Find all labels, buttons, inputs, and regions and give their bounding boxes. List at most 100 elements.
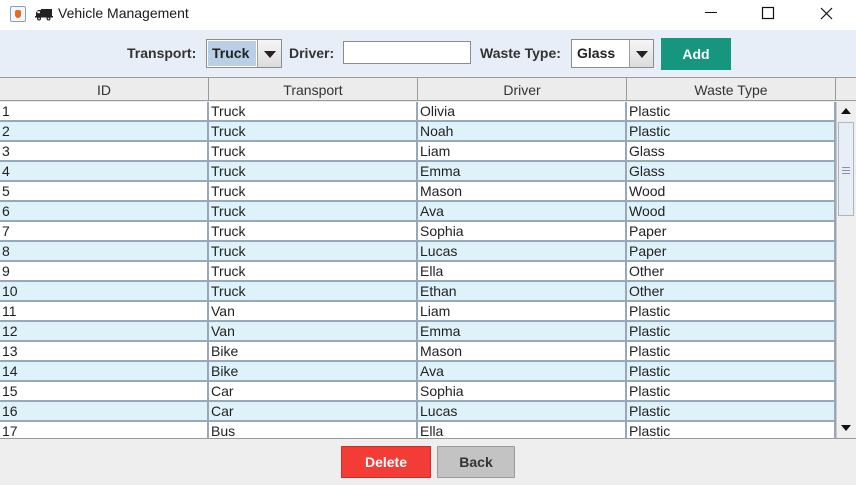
cell-id[interactable]: 6 <box>0 202 209 220</box>
minimize-button[interactable] <box>688 0 734 30</box>
cell-id[interactable]: 11 <box>0 302 209 320</box>
cell-driver[interactable]: Olivia <box>418 102 627 120</box>
cell-transport[interactable]: Truck <box>209 262 418 280</box>
table-row[interactable]: 16 Car Lucas Plastic <box>0 402 836 422</box>
scroll-down-icon[interactable] <box>838 420 855 436</box>
table-row[interactable]: 14 Bike Ava Plastic <box>0 362 836 382</box>
cell-id[interactable]: 14 <box>0 362 209 380</box>
cell-driver[interactable]: Mason <box>418 342 627 360</box>
table-row[interactable]: 9 Truck Ella Other <box>0 262 836 282</box>
cell-driver[interactable]: Ella <box>418 262 627 280</box>
cell-transport[interactable]: Bus <box>209 422 418 438</box>
cell-transport[interactable]: Truck <box>209 242 418 260</box>
cell-driver[interactable]: Liam <box>418 142 627 160</box>
cell-driver[interactable]: Ava <box>418 362 627 380</box>
cell-waste-type[interactable]: Plastic <box>627 102 836 120</box>
cell-driver[interactable]: Lucas <box>418 402 627 420</box>
maximize-button[interactable] <box>745 0 791 30</box>
cell-driver[interactable]: Ella <box>418 422 627 438</box>
cell-driver[interactable]: Sophia <box>418 382 627 400</box>
cell-waste-type[interactable]: Plastic <box>627 382 836 400</box>
cell-id[interactable]: 4 <box>0 162 209 180</box>
cell-driver[interactable]: Emma <box>418 322 627 340</box>
table-row[interactable]: 11 Van Liam Plastic <box>0 302 836 322</box>
cell-driver[interactable]: Ethan <box>418 282 627 300</box>
cell-waste-type[interactable]: Wood <box>627 182 836 200</box>
chevron-down-icon[interactable] <box>257 40 281 67</box>
cell-waste-type[interactable]: Plastic <box>627 302 836 320</box>
column-header-transport[interactable]: Transport <box>209 78 418 101</box>
cell-id[interactable]: 12 <box>0 322 209 340</box>
chevron-down-icon[interactable] <box>629 40 653 67</box>
cell-transport[interactable]: Truck <box>209 182 418 200</box>
table-row[interactable]: 15 Car Sophia Plastic <box>0 382 836 402</box>
cell-id[interactable]: 13 <box>0 342 209 360</box>
cell-id[interactable]: 5 <box>0 182 209 200</box>
cell-id[interactable]: 16 <box>0 402 209 420</box>
scroll-thumb[interactable] <box>838 122 854 216</box>
cell-id[interactable]: 8 <box>0 242 209 260</box>
cell-transport[interactable]: Truck <box>209 202 418 220</box>
driver-input[interactable] <box>343 41 471 64</box>
cell-waste-type[interactable]: Plastic <box>627 362 836 380</box>
add-button[interactable]: Add <box>661 38 731 70</box>
table-row[interactable]: 1 Truck Olivia Plastic <box>0 102 836 122</box>
table-row[interactable]: 12 Van Emma Plastic <box>0 322 836 342</box>
table-row[interactable]: 3 Truck Liam Glass <box>0 142 836 162</box>
cell-waste-type[interactable]: Plastic <box>627 322 836 340</box>
cell-waste-type[interactable]: Plastic <box>627 342 836 360</box>
cell-id[interactable]: 17 <box>0 422 209 438</box>
cell-waste-type[interactable]: Paper <box>627 242 836 260</box>
cell-id[interactable]: 2 <box>0 122 209 140</box>
table-row[interactable]: 13 Bike Mason Plastic <box>0 342 836 362</box>
scroll-up-icon[interactable] <box>838 104 855 120</box>
table-row[interactable]: 6 Truck Ava Wood <box>0 202 836 222</box>
cell-transport[interactable]: Truck <box>209 162 418 180</box>
cell-waste-type[interactable]: Paper <box>627 222 836 240</box>
cell-waste-type[interactable]: Glass <box>627 162 836 180</box>
table-row[interactable]: 8 Truck Lucas Paper <box>0 242 836 262</box>
back-button[interactable]: Back <box>437 446 515 478</box>
cell-driver[interactable]: Emma <box>418 162 627 180</box>
cell-transport[interactable]: Truck <box>209 142 418 160</box>
cell-waste-type[interactable]: Plastic <box>627 122 836 140</box>
cell-transport[interactable]: Truck <box>209 102 418 120</box>
cell-id[interactable]: 1 <box>0 102 209 120</box>
table-row[interactable]: 10 Truck Ethan Other <box>0 282 836 302</box>
table-row[interactable]: 5 Truck Mason Wood <box>0 182 836 202</box>
table-row[interactable]: 17 Bus Ella Plastic <box>0 422 836 438</box>
cell-waste-type[interactable]: Other <box>627 282 836 300</box>
cell-id[interactable]: 9 <box>0 262 209 280</box>
cell-transport[interactable]: Truck <box>209 122 418 140</box>
cell-transport[interactable]: Van <box>209 302 418 320</box>
cell-transport[interactable]: Bike <box>209 362 418 380</box>
close-button[interactable] <box>803 0 849 30</box>
cell-id[interactable]: 10 <box>0 282 209 300</box>
table-row[interactable]: 4 Truck Emma Glass <box>0 162 836 182</box>
cell-waste-type[interactable]: Wood <box>627 202 836 220</box>
cell-transport[interactable]: Car <box>209 402 418 420</box>
cell-driver[interactable]: Liam <box>418 302 627 320</box>
table-row[interactable]: 2 Truck Noah Plastic <box>0 122 836 142</box>
table-row[interactable]: 7 Truck Sophia Paper <box>0 222 836 242</box>
cell-id[interactable]: 15 <box>0 382 209 400</box>
cell-transport[interactable]: Truck <box>209 282 418 300</box>
waste-type-select[interactable]: Glass <box>571 39 654 68</box>
cell-id[interactable]: 7 <box>0 222 209 240</box>
cell-transport[interactable]: Truck <box>209 222 418 240</box>
cell-transport[interactable]: Car <box>209 382 418 400</box>
cell-driver[interactable]: Mason <box>418 182 627 200</box>
cell-waste-type[interactable]: Other <box>627 262 836 280</box>
transport-select[interactable]: Truck <box>206 39 282 68</box>
cell-transport[interactable]: Van <box>209 322 418 340</box>
cell-driver[interactable]: Ava <box>418 202 627 220</box>
cell-driver[interactable]: Lucas <box>418 242 627 260</box>
cell-waste-type[interactable]: Glass <box>627 142 836 160</box>
column-header-driver[interactable]: Driver <box>418 78 627 101</box>
cell-transport[interactable]: Bike <box>209 342 418 360</box>
column-header-id[interactable]: ID <box>0 78 209 101</box>
cell-waste-type[interactable]: Plastic <box>627 422 836 438</box>
column-header-waste-type[interactable]: Waste Type <box>627 78 836 101</box>
cell-id[interactable]: 3 <box>0 142 209 160</box>
delete-button[interactable]: Delete <box>341 446 431 478</box>
